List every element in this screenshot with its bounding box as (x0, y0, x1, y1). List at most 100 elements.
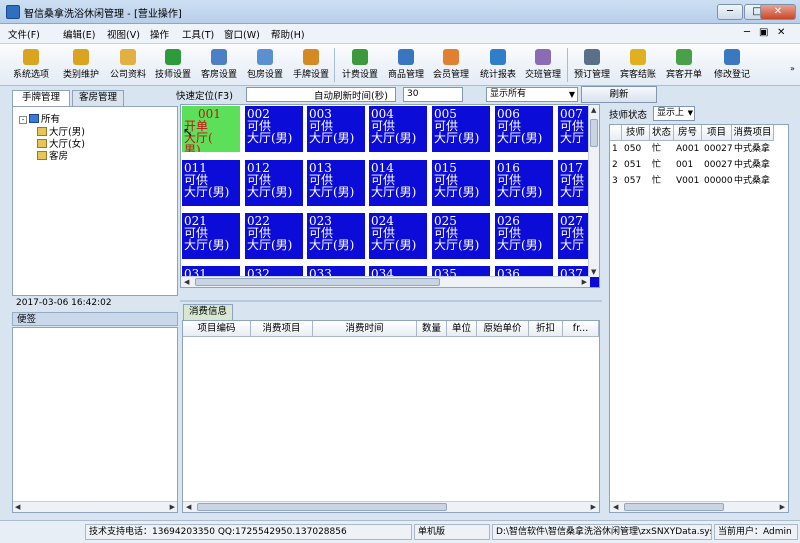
hand-tag-tile[interactable]: 014 可供 大厅(男) (368, 159, 428, 207)
scroll-right-icon[interactable]: ▶ (780, 503, 785, 511)
scroll-down-icon[interactable]: ▼ (591, 268, 596, 276)
guest-open-bill-button[interactable]: 宾客开单 (659, 46, 709, 84)
hand-tag-icon (303, 49, 319, 65)
hand-tag-tile[interactable]: 015 可供 大厅(男) (431, 159, 491, 207)
consume-hscrollbar[interactable]: ◀ ▶ (183, 501, 599, 512)
tree-root[interactable]: - 所有 (19, 111, 60, 125)
mdi-minimize-button[interactable]: ─ (744, 27, 750, 38)
menu-edit[interactable]: 编辑(E) (63, 27, 95, 41)
menu-operation[interactable]: 操作 (150, 27, 169, 41)
mdi-close-button[interactable]: ✕ (777, 27, 785, 38)
modify-registration-button[interactable]: 修改登记 (707, 46, 757, 84)
tab-consume-info[interactable]: 消费信息 (183, 304, 233, 320)
menu-file[interactable]: 文件(F) (8, 27, 40, 41)
tech-column-header[interactable]: 技师 (622, 125, 650, 141)
menu-help[interactable]: 帮助(H) (271, 27, 305, 41)
consume-column-header[interactable]: 折扣 (529, 321, 563, 337)
consume-column-header[interactable]: 原始单价 (477, 321, 529, 337)
close-button[interactable]: ✕ (760, 4, 796, 20)
hscroll-thumb[interactable] (197, 503, 447, 511)
private-room-settings-button[interactable]: 包房设置 (240, 46, 290, 84)
consume-column-header[interactable]: 数量 (417, 321, 447, 337)
grid-hscrollbar[interactable]: ◀ ▶ (181, 276, 590, 287)
hscroll-thumb[interactable] (624, 503, 724, 511)
collapse-icon[interactable]: - (19, 116, 27, 124)
menu-view[interactable]: 视图(V) (107, 27, 140, 41)
hand-tag-tile[interactable]: 024 可供 大厅(男) (368, 212, 428, 260)
tech-cell-consume: 中式桑拿 (734, 176, 771, 186)
hand-tag-tile[interactable]: 021 可供 大厅(男) (181, 212, 241, 260)
scroll-left-icon[interactable]: ◀ (15, 503, 20, 511)
hand-tag-tile[interactable]: 012 可供 大厅(男) (244, 159, 304, 207)
category-maintenance-button[interactable]: 类别维护 (56, 46, 106, 84)
hand-tag-tile[interactable]: 005 可供 大厅(男) (431, 105, 491, 153)
tree-item-guest-room[interactable]: 客房 (37, 148, 68, 162)
guest-room-settings-button[interactable]: 客房设置 (194, 46, 244, 84)
hand-tag-tile[interactable]: 004 可供 大厅(男) (368, 105, 428, 153)
hand-tag-tile[interactable]: 026 可供 大厅(男) (494, 212, 554, 260)
consume-column-header[interactable]: 项目编码 (183, 321, 251, 337)
vscroll-thumb[interactable] (590, 119, 598, 147)
statistics-report-button[interactable]: 统计报表 (473, 46, 523, 84)
consume-column-header[interactable]: 单位 (447, 321, 477, 337)
splitter[interactable] (180, 300, 602, 302)
mdi-restore-button[interactable]: ▣ (759, 27, 768, 38)
table-row[interactable]: 3 057 忙 V001 00000 中式桑拿 (610, 174, 788, 189)
consume-column-header[interactable]: fr... (563, 321, 599, 337)
technician-settings-button[interactable]: 技师设置 (148, 46, 198, 84)
hand-tag-tile[interactable]: 011 可供 大厅(男) (181, 159, 241, 207)
hand-tag-tile[interactable]: 025 可供 大厅(男) (431, 212, 491, 260)
table-row[interactable]: 1 050 忙 A001 00027 中式桑拿 (610, 142, 788, 157)
consume-column-header[interactable]: 消费项目 (251, 321, 313, 337)
company-info-button[interactable]: 公司资料 (103, 46, 153, 84)
menu-tools[interactable]: 工具(T) (182, 27, 214, 41)
menu-window[interactable]: 窗口(W) (224, 27, 260, 41)
hscroll-thumb[interactable] (195, 278, 440, 286)
scroll-left-icon[interactable]: ◀ (186, 503, 191, 511)
hand-tag-tile[interactable]: 023 可供 大厅(男) (306, 212, 366, 260)
tile-area: 大厅(男) (247, 238, 293, 252)
hand-tag-tile[interactable]: 013 可供 大厅(男) (306, 159, 366, 207)
scroll-left-icon[interactable]: ◀ (613, 503, 618, 511)
folder-icon (37, 127, 47, 136)
hand-tag-tile[interactable]: 002 可供 大厅(男) (244, 105, 304, 153)
display-filter-select[interactable]: 显示所有 ▼ (486, 87, 578, 102)
hand-tag-tile[interactable]: 006 可供 大厅(男) (494, 105, 554, 153)
billing-settings-button[interactable]: 计费设置 (335, 46, 385, 84)
memo-hscrollbar[interactable]: ◀ ▶ (13, 501, 177, 512)
tab-hand-tag-management[interactable]: 手牌管理 (12, 90, 70, 106)
tech-column-header[interactable]: 房号 (674, 125, 702, 141)
refresh-button[interactable]: 刷新 (581, 86, 657, 103)
table-row[interactable]: 2 051 忙 001 00027 中式桑拿 (610, 158, 788, 173)
member-management-button[interactable]: 会员管理 (426, 46, 476, 84)
minimize-button[interactable]: ─ (717, 4, 743, 20)
system-options-button[interactable]: 系统选项 (6, 46, 56, 84)
member-icon (443, 49, 459, 65)
hand-tag-tile[interactable]: 016 可供 大厅(男) (494, 159, 554, 207)
consume-column-header[interactable]: 消费时间 (313, 321, 417, 337)
toolbar-overflow-icon[interactable]: » (790, 64, 795, 73)
tech-column-header[interactable] (610, 125, 622, 141)
guest-checkout-button[interactable]: 宾客结账 (613, 46, 663, 84)
grid-vscrollbar[interactable]: ▲ ▼ (588, 105, 599, 277)
tech-column-header[interactable]: 项目 (702, 125, 732, 141)
tab-guest-room-management[interactable]: 客房管理 (72, 90, 124, 106)
scroll-right-icon[interactable]: ▶ (591, 503, 596, 511)
hand-tag-settings-button[interactable]: 手牌设置 (286, 46, 336, 84)
hand-tag-tile[interactable]: 003 可供 大厅(男) (306, 105, 366, 153)
memo-textarea[interactable]: ◀ ▶ (12, 327, 178, 513)
tech-column-header[interactable]: 消费项目 (732, 125, 774, 141)
scroll-up-icon[interactable]: ▲ (591, 106, 596, 114)
tech-filter-select[interactable]: 显示上 ▼ (653, 106, 695, 121)
scroll-left-icon[interactable]: ◀ (184, 278, 189, 286)
hand-tag-tile[interactable]: 022 可供 大厅(男) (244, 212, 304, 260)
tech-hscrollbar[interactable]: ◀ ▶ (610, 501, 788, 512)
window-title: 智信桑拿洗浴休闲管理 - [营业操作] (24, 9, 182, 20)
auto-refresh-input[interactable]: 30 (403, 87, 463, 102)
goods-management-button[interactable]: 商品管理 (381, 46, 431, 84)
scroll-right-icon[interactable]: ▶ (170, 503, 175, 511)
tech-column-header[interactable]: 状态 (650, 125, 674, 141)
reservation-management-button[interactable]: 预订管理 (567, 46, 617, 84)
scroll-right-icon[interactable]: ▶ (582, 278, 587, 286)
shift-management-button[interactable]: 交班管理 (518, 46, 568, 84)
